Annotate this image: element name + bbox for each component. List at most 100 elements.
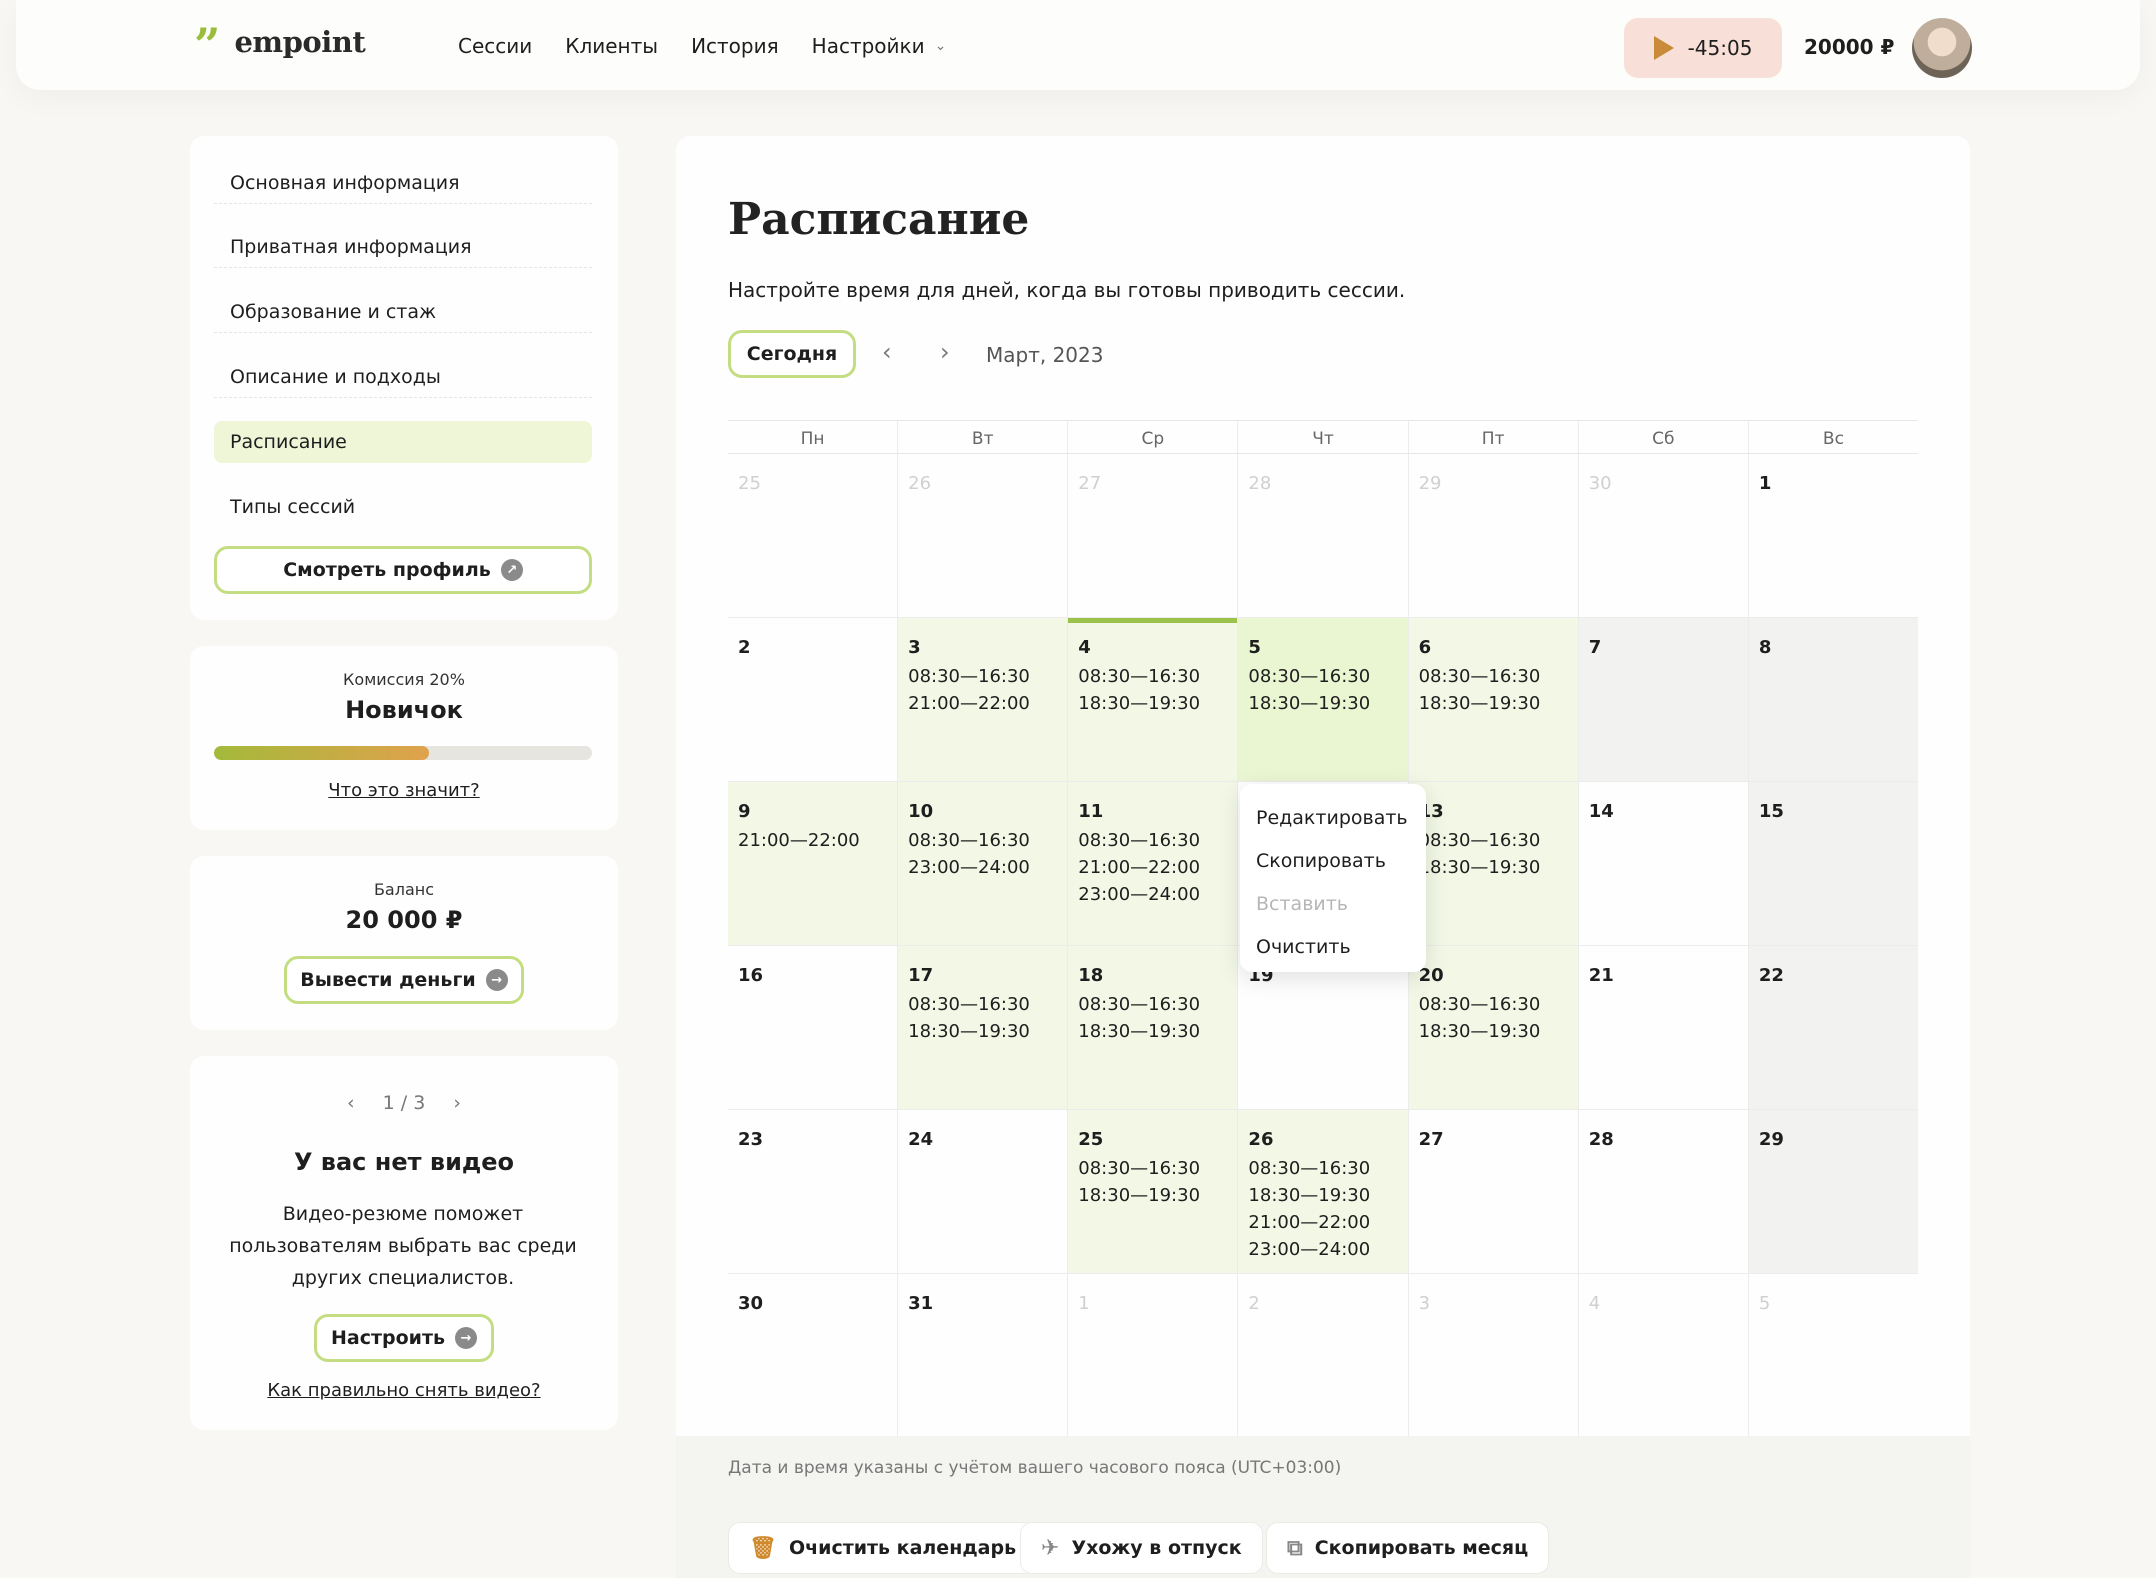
menu-item-education[interactable]: Образование и стаж [214, 291, 592, 333]
withdraw-label: Вывести деньги [300, 969, 476, 991]
setup-video-button[interactable]: Настроить → [314, 1314, 494, 1362]
menu-item-schedule[interactable]: Расписание [214, 421, 592, 463]
calendar-day-cell[interactable]: 31 [898, 1274, 1069, 1437]
day-number: 18 [1078, 965, 1104, 986]
calendar-day-cell[interactable]: 26 [898, 454, 1069, 617]
ctx-paste[interactable]: Вставить [1240, 882, 1426, 925]
time-slot: 08:30—16:30 [1078, 830, 1201, 851]
calendar-day-cell[interactable]: 30 [728, 1274, 899, 1437]
calendar-day-cell[interactable]: 10 08:30—16:30 23:00—24:00 [898, 782, 1069, 945]
calendar-day-cell[interactable]: 27 [1068, 454, 1239, 617]
external-link-icon: ↗ [500, 559, 523, 581]
avatar[interactable] [1912, 18, 1972, 78]
calendar-day-cell[interactable]: 22 [1748, 946, 1918, 1109]
calendar-day-cell[interactable]: 6 08:30—16:30 18:30—19:30 [1408, 618, 1579, 781]
time-slot: 23:00—24:00 [1248, 1239, 1371, 1260]
day-number: 30 [1588, 473, 1612, 494]
calendar-day-cell[interactable]: 9 21:00—22:00 [728, 782, 899, 945]
chevron-down-icon: ⌄ [934, 38, 947, 54]
day-number: 30 [738, 1293, 764, 1314]
calendar-day-cell[interactable]: 18 08:30—16:30 18:30—19:30 [1068, 946, 1239, 1109]
calendar-day-cell[interactable]: 5 [1749, 1274, 1918, 1437]
menu-item-description[interactable]: Описание и подходы [214, 356, 592, 398]
calendar-day-cell[interactable]: 1 [1068, 1274, 1239, 1437]
time-slot: 18:30—19:30 [1418, 857, 1541, 878]
time-slot: 08:30—16:30 [908, 830, 1030, 851]
calendar-day-cell[interactable]: 4 [1579, 1274, 1749, 1437]
calendar-day-cell[interactable]: 27 [1409, 1110, 1579, 1273]
nav-settings-label: Настройки [811, 34, 925, 58]
withdraw-button[interactable]: Вывести деньги → [284, 956, 524, 1004]
balance-card: Баланс 20 000 ₽ Вывести деньги → [190, 856, 618, 1030]
calendar-day-cell[interactable]: 2 [728, 618, 899, 781]
day-number: 6 [1418, 637, 1432, 658]
nav-clients[interactable]: Клиенты [565, 34, 658, 58]
ctx-edit[interactable]: Редактировать [1240, 796, 1426, 839]
calendar-week: 2 3 08:30—16:30 21:00—22:00 4 08:30—16:30 18:3… [728, 618, 1918, 782]
calendar-day-cell[interactable]: 28 [1579, 1110, 1749, 1273]
day-number: 10 [908, 801, 934, 822]
pager-next-icon[interactable]: › [453, 1092, 461, 1114]
calendar-day-cell[interactable]: 25 08:30—16:30 18:30—19:30 [1068, 1110, 1239, 1273]
calendar-day-cell[interactable]: 30 [1579, 454, 1749, 617]
calendar-day-cell[interactable]: 26 08:30—16:30 18:30—19:30 21:00—22:00 23:00… [1238, 1110, 1409, 1273]
how-to-record-link[interactable]: Как правильно снять видео? [190, 1380, 618, 1401]
today-button[interactable]: Сегодня [728, 330, 856, 378]
page-subtitle: Настройте время для дней, когда вы готов… [728, 278, 1406, 302]
calendar-day-cell[interactable]: 25 [728, 454, 899, 617]
vacation-button[interactable]: ✈ Ухожу в отпуск [1020, 1522, 1263, 1574]
next-month-icon[interactable]: › [940, 338, 950, 366]
calendar-day-cell[interactable]: 29 [1748, 1110, 1918, 1273]
setup-video-label: Настроить [331, 1327, 445, 1349]
logo[interactable]: ” empoint [194, 22, 366, 62]
ctx-copy[interactable]: Скопировать [1240, 839, 1426, 882]
calendar-day-cell[interactable]: 3 08:30—16:30 21:00—22:00 [898, 618, 1069, 781]
menu-item-session-types[interactable]: Типы сессий [214, 486, 592, 528]
calendar-day-cell[interactable]: 8 [1748, 618, 1918, 781]
calendar-day-cell[interactable]: 17 08:30—16:30 18:30—19:30 [898, 946, 1069, 1109]
calendar-day-cell[interactable]: 5 08:30—16:30 18:30—19:30 [1238, 618, 1409, 781]
calendar-day-cell[interactable]: 7 [1578, 618, 1749, 781]
ctx-clear[interactable]: Очистить [1240, 925, 1426, 968]
time-slot: 08:30—16:30 [908, 666, 1030, 687]
prev-month-icon[interactable]: ‹ [882, 338, 892, 366]
menu-item-private-info[interactable]: Приватная информация [214, 226, 592, 268]
what-it-means-link[interactable]: Что это значит? [190, 780, 618, 801]
clear-calendar-label: Очистить календарь [788, 1537, 1017, 1559]
nav-history[interactable]: История [691, 34, 779, 58]
calendar-day-cell[interactable]: 2 [1238, 1274, 1409, 1437]
clear-calendar-button[interactable]: 🗑 Очистить календарь [728, 1522, 1038, 1574]
header-balance[interactable]: 20000 ₽ [1804, 35, 1894, 59]
calendar-day-cell[interactable]: 24 [898, 1110, 1069, 1273]
calendar-day-cell[interactable]: 23 [728, 1110, 899, 1273]
day-number: 27 [1418, 1129, 1444, 1150]
session-timer-button[interactable]: -45:05 [1624, 18, 1782, 78]
nav-sessions[interactable]: Сессии [458, 34, 532, 58]
calendar-day-cell[interactable]: 13 08:30—16:30 18:30—19:30 [1408, 782, 1579, 945]
calendar-day-cell[interactable]: 11 08:30—16:30 21:00—22:00 23:00—24:00 [1068, 782, 1239, 945]
copy-month-button[interactable]: ⧉ Скопировать месяц [1266, 1522, 1550, 1574]
day-context-menu: Редактировать Скопировать Вставить Очист… [1240, 784, 1426, 972]
calendar-day-cell[interactable]: 15 [1748, 782, 1918, 945]
calendar-day-cell[interactable]: 28 [1238, 454, 1409, 617]
day-number: 5 [1248, 637, 1261, 658]
calendar-day-cell[interactable]: 20 08:30—16:30 18:30—19:30 [1408, 946, 1579, 1109]
day-number: 25 [738, 473, 761, 494]
day-number: 2 [1248, 1293, 1260, 1314]
calendar-day-cell[interactable]: 4 08:30—16:30 18:30—19:30 [1068, 618, 1239, 781]
nav-settings[interactable]: Настройки ⌄ [812, 34, 947, 58]
calendar-day-cell[interactable]: 3 [1409, 1274, 1579, 1437]
calendar-day-cell[interactable]: 16 [728, 946, 899, 1109]
menu-item-basic-info[interactable]: Основная информация [214, 162, 592, 204]
view-profile-button[interactable]: Смотреть профиль ↗ [214, 546, 592, 594]
calendar-day-cell[interactable]: 29 [1409, 454, 1579, 617]
calendar-day-cell[interactable]: 14 [1579, 782, 1749, 945]
commission-label: Комиссия 20% [343, 670, 465, 689]
weekday-header: Чт [1238, 421, 1409, 453]
time-slot: 18:30—19:30 [908, 1021, 1030, 1042]
calendar-day-cell[interactable]: 21 [1579, 946, 1749, 1109]
airplane-icon: ✈ [1041, 1535, 1060, 1561]
pager-prev-icon[interactable]: ‹ [347, 1092, 355, 1114]
calendar-day-cell[interactable]: 1 [1749, 454, 1918, 617]
time-slot: 08:30—16:30 [1418, 830, 1541, 851]
